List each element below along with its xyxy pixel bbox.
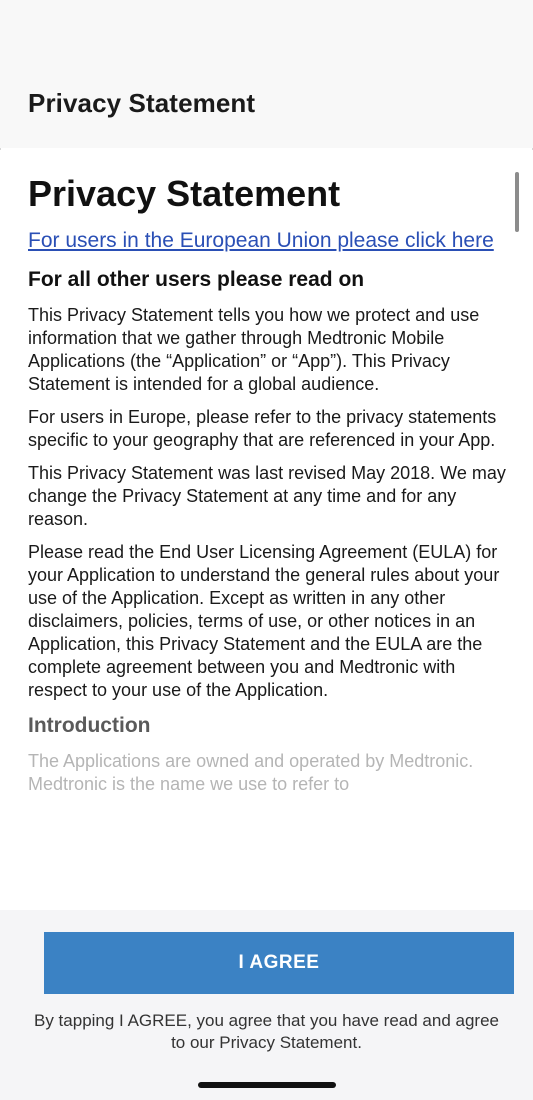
document-subtitle: For all other users please read on bbox=[28, 268, 365, 291]
scrollbar-thumb[interactable] bbox=[515, 172, 519, 232]
home-indicator[interactable] bbox=[198, 1082, 336, 1088]
privacy-document: Privacy Statement For users in the Europ… bbox=[0, 150, 533, 796]
section-heading-introduction: Introduction bbox=[28, 714, 151, 737]
eu-users-link[interactable]: For users in the European Union please c… bbox=[28, 228, 511, 254]
navigation-header: Privacy Statement bbox=[0, 0, 533, 148]
paragraph-europe: For users in Europe, please refer to the… bbox=[28, 407, 497, 450]
paragraph-intro: This Privacy Statement tells you how we … bbox=[28, 305, 480, 394]
page-title: Privacy Statement bbox=[28, 88, 256, 118]
privacy-document-scroll-area[interactable]: Privacy Statement For users in the Europ… bbox=[0, 150, 533, 910]
paragraph-eula: Please read the End User Licensing Agree… bbox=[28, 542, 500, 700]
document-title: Privacy Statement bbox=[28, 173, 341, 214]
agree-button[interactable]: I AGREE bbox=[44, 932, 514, 994]
paragraph-revision: This Privacy Statement was last revised … bbox=[28, 463, 506, 529]
content-fade bbox=[0, 860, 533, 910]
paragraph-introduction: The Applications are owned and operated … bbox=[28, 751, 474, 794]
agree-disclaimer: By tapping I AGREE, you agree that you h… bbox=[34, 1011, 499, 1052]
